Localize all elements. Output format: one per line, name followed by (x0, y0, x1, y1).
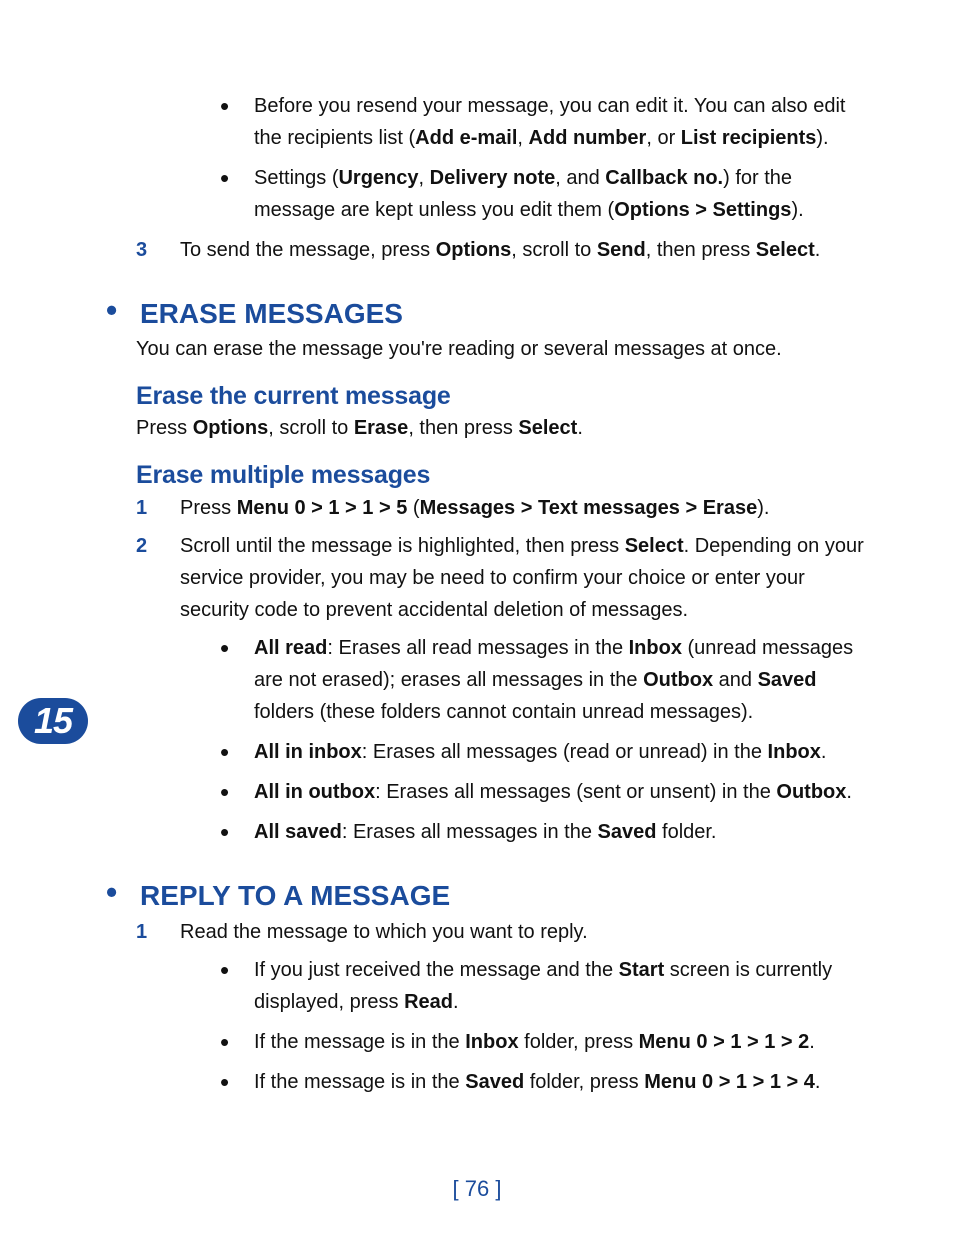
heading-erase-current: Erase the current message (136, 382, 914, 411)
bullet-icon: • (220, 816, 254, 848)
step-list: 1 Press Menu 0 > 1 > 1 > 5 (Messages > T… (130, 492, 914, 626)
step-list: 1 Read the message to which you want to … (130, 916, 914, 948)
list-item: • All read: Erases all read messages in … (220, 632, 864, 728)
bullet-icon: • (220, 1066, 254, 1098)
bullet-icon: • (106, 299, 132, 321)
list-item: • Before you resend your message, you ca… (220, 90, 864, 154)
paragraph: Press Options, scroll to Erase, then pre… (136, 413, 884, 443)
list-item: • All in inbox: Erases all messages (rea… (220, 736, 864, 768)
bullet-icon: • (106, 881, 132, 903)
list-item: • Settings (Urgency, Delivery note, and … (220, 162, 864, 226)
list-item: • All in outbox: Erases all messages (se… (220, 776, 864, 808)
step-list: 3 To send the message, press Options, sc… (130, 234, 914, 266)
page-number: [ 76 ] (0, 1176, 954, 1202)
top-bullet-list: • Before you resend your message, you ca… (130, 90, 914, 226)
step-item: 2 Scroll until the message is highlighte… (130, 530, 874, 626)
bullet-icon: • (220, 954, 254, 1018)
step-number: 1 (130, 492, 180, 524)
bullet-icon: • (220, 90, 254, 154)
reply-bullets: • If you just received the message and t… (130, 954, 914, 1098)
bullet-icon: • (220, 632, 254, 728)
step-number: 2 (130, 530, 180, 626)
step-item: 1 Press Menu 0 > 1 > 1 > 5 (Messages > T… (130, 492, 874, 524)
erase-options-list: • All read: Erases all read messages in … (130, 632, 914, 848)
heading-erase-multiple: Erase multiple messages (136, 461, 914, 490)
manual-page: 15 • Before you resend your message, you… (0, 0, 954, 1248)
bullet-icon: • (220, 1026, 254, 1058)
step-item: 3 To send the message, press Options, sc… (130, 234, 874, 266)
bullet-icon: • (220, 736, 254, 768)
chapter-badge: 15 (18, 698, 88, 744)
list-item: • If the message is in the Saved folder,… (220, 1066, 864, 1098)
step-number: 1 (130, 916, 180, 948)
heading-erase-messages: • ERASE MESSAGES (106, 298, 914, 330)
step-item: 1 Read the message to which you want to … (130, 916, 874, 948)
list-item: • If the message is in the Inbox folder,… (220, 1026, 864, 1058)
list-item: • If you just received the message and t… (220, 954, 864, 1018)
paragraph: You can erase the message you're reading… (136, 334, 884, 364)
heading-reply: • REPLY TO A MESSAGE (106, 880, 914, 912)
bullet-icon: • (220, 162, 254, 226)
step-number: 3 (130, 234, 180, 266)
list-item: • All saved: Erases all messages in the … (220, 816, 864, 848)
bullet-icon: • (220, 776, 254, 808)
